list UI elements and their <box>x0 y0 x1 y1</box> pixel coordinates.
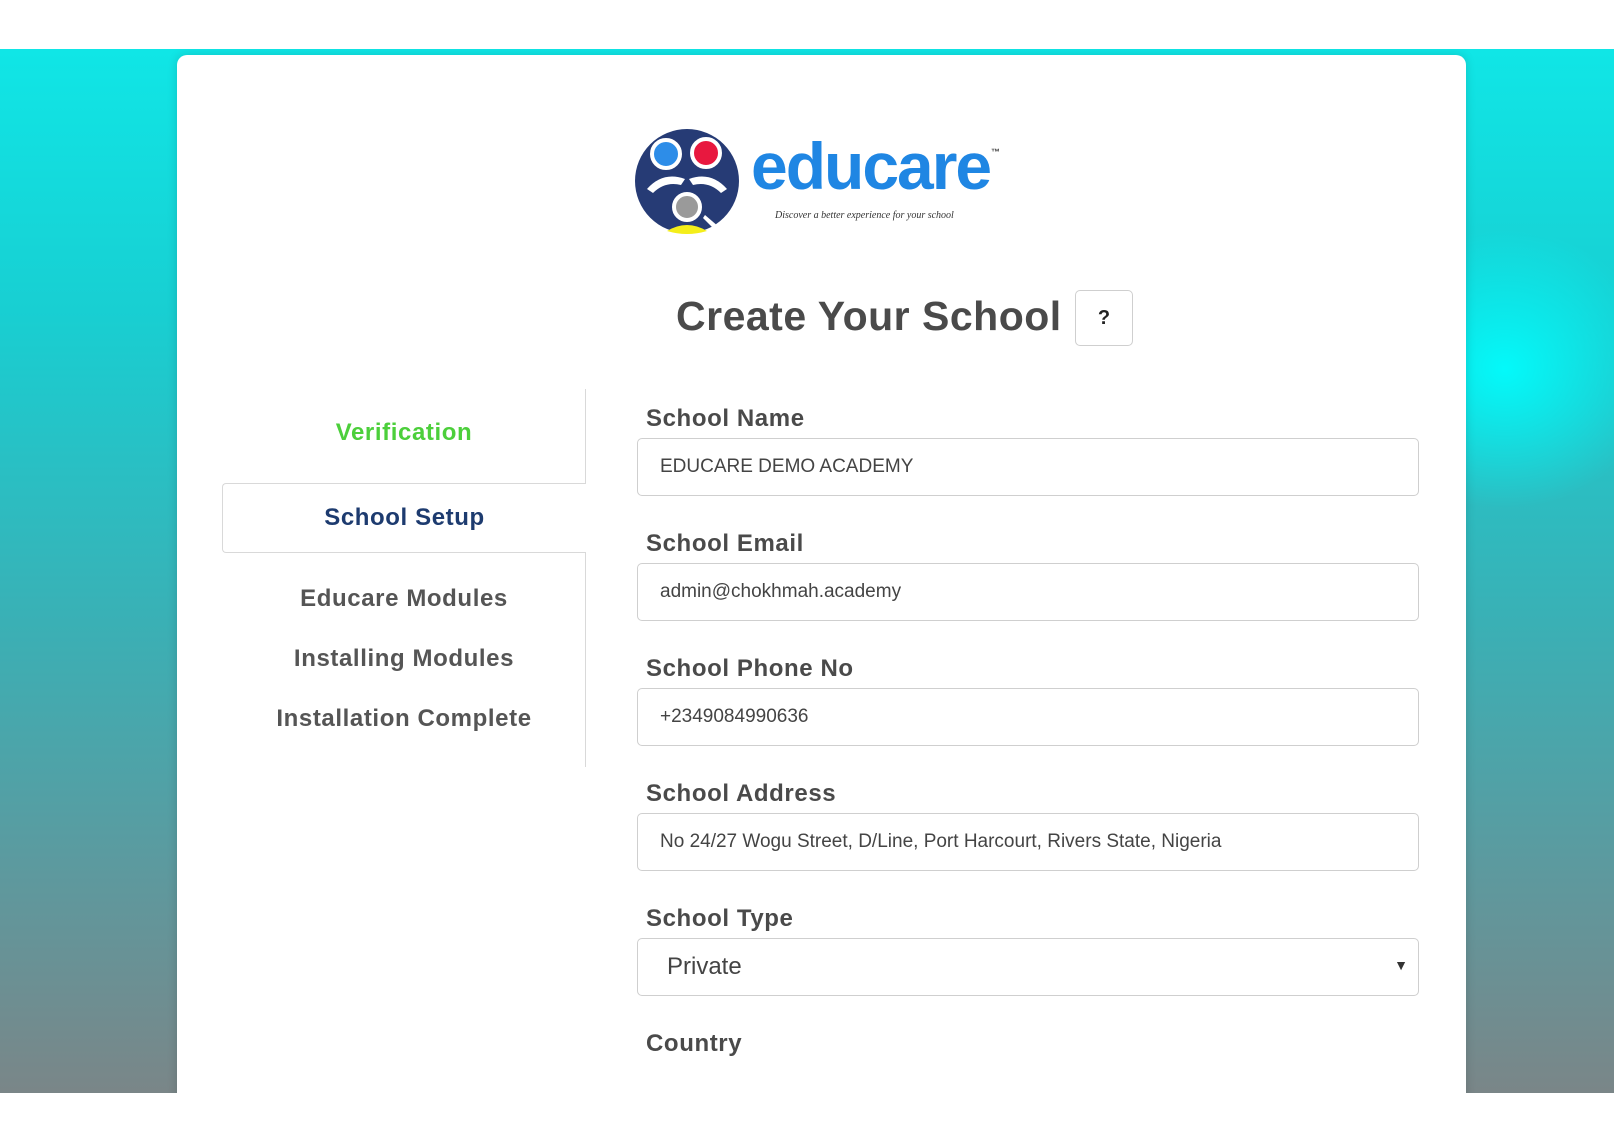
page-title: Create Your School <box>676 293 1062 339</box>
step-installing-modules[interactable]: Installing Modules <box>222 645 586 673</box>
school-phone-label: School Phone No <box>646 655 854 682</box>
school-phone-input[interactable] <box>637 688 1419 746</box>
school-address-label: School Address <box>646 780 837 807</box>
page-background: educare ™ Discover a better experience f… <box>0 49 1614 1093</box>
caret-down-icon: ▼ <box>1394 957 1408 973</box>
step-educare-modules[interactable]: Educare Modules <box>222 585 586 613</box>
school-email-label: School Email <box>646 530 804 557</box>
help-button[interactable]: ? <box>1075 290 1133 346</box>
step-verification[interactable]: Verification <box>222 419 586 447</box>
step-installation-complete[interactable]: Installation Complete <box>222 705 586 733</box>
school-name-label: School Name <box>646 405 805 432</box>
setup-steps-nav: Verification School Setup Educare Module… <box>222 389 588 767</box>
logo-wordmark: educare <box>751 129 992 203</box>
school-type-label: School Type <box>646 905 794 932</box>
school-type-value: Private <box>667 953 742 980</box>
logo-trademark: ™ <box>991 147 1000 157</box>
educare-logo: educare ™ Discover a better experience f… <box>633 125 1013 235</box>
logo-tagline: Discover a better experience for your sc… <box>775 210 954 221</box>
educare-logo-icon <box>635 129 739 234</box>
setup-card: educare ™ Discover a better experience f… <box>177 55 1466 1093</box>
school-address-input[interactable] <box>637 813 1419 871</box>
step-school-setup[interactable]: School Setup <box>222 483 586 553</box>
school-email-input[interactable] <box>637 563 1419 621</box>
school-name-input[interactable] <box>637 438 1419 496</box>
country-label: Country <box>646 1030 743 1057</box>
school-type-select[interactable]: Private ▼ <box>637 938 1419 996</box>
